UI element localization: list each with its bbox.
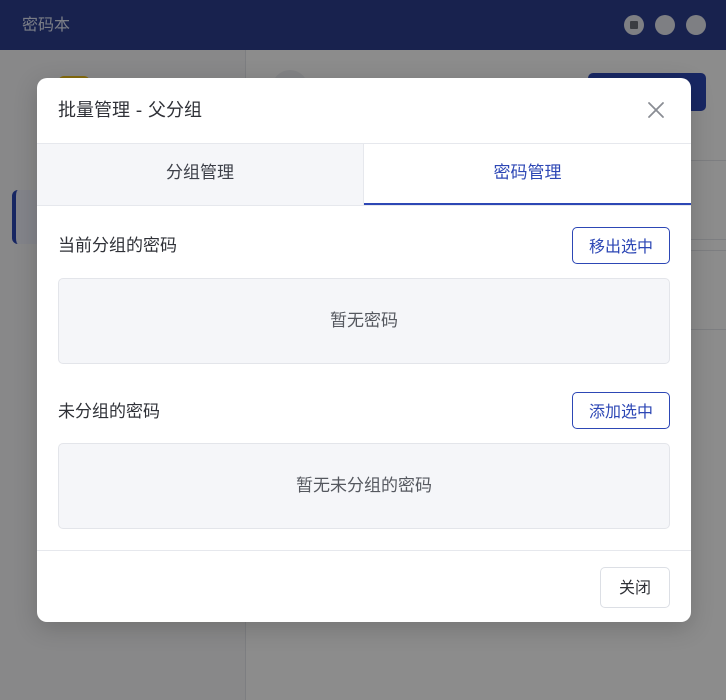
add-selected-button[interactable]: 添加选中 bbox=[572, 392, 670, 429]
dialog-header: 批量管理 - 父分组 bbox=[37, 78, 691, 144]
batch-manage-dialog: 批量管理 - 父分组 分组管理 密码管理 当前分组的密码 移出选中 暂无密码 未… bbox=[37, 78, 691, 622]
tab-group-management[interactable]: 分组管理 bbox=[37, 144, 364, 205]
dialog-title: 批量管理 - 父分组 bbox=[58, 100, 202, 121]
ungrouped-label: 未分组的密码 bbox=[58, 402, 160, 422]
remove-selected-button[interactable]: 移出选中 bbox=[572, 227, 670, 264]
ungrouped-empty-state: 暂无未分组的密码 bbox=[58, 443, 670, 529]
tab-bar: 分组管理 密码管理 bbox=[37, 144, 691, 206]
dialog-footer: 关闭 bbox=[37, 550, 691, 622]
tab-password-management[interactable]: 密码管理 bbox=[364, 144, 691, 205]
current-group-empty-state: 暂无密码 bbox=[58, 278, 670, 364]
app-window: 密码本 批量管理 - 父分组 分组管理 密码管理 当前分组的密码 移出选中 暂无… bbox=[0, 0, 726, 700]
close-icon[interactable] bbox=[644, 98, 668, 122]
current-group-label: 当前分组的密码 bbox=[58, 236, 177, 256]
close-button[interactable]: 关闭 bbox=[600, 567, 670, 608]
